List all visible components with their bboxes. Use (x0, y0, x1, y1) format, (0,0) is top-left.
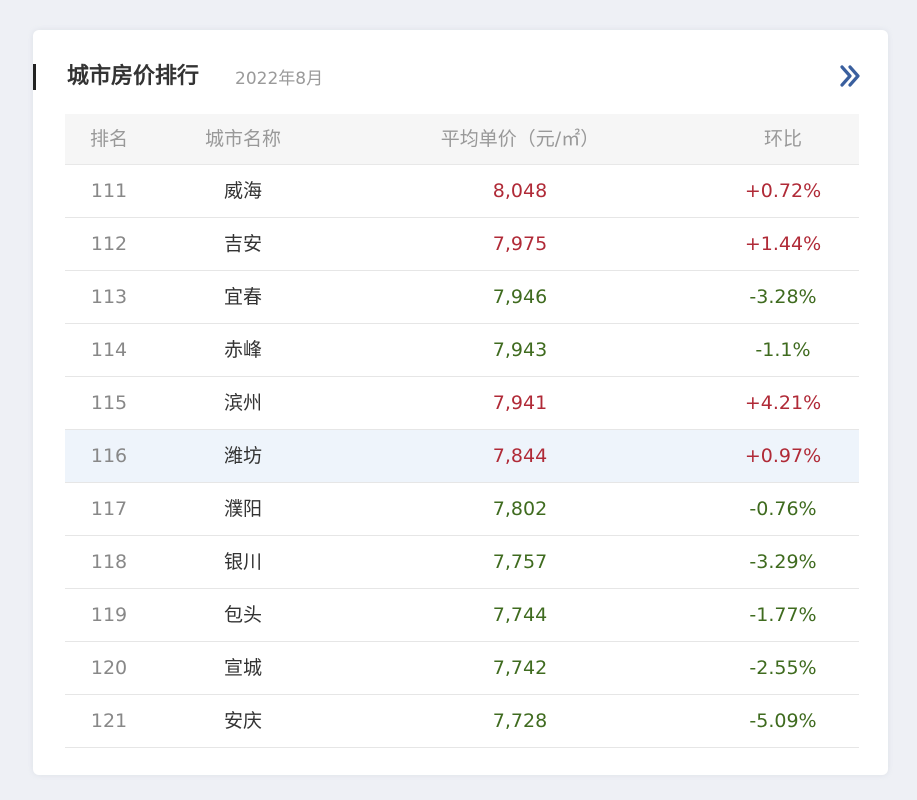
month-on-month-change-cell: -2.55% (749, 657, 817, 679)
city-name-cell[interactable]: 包头 (183, 589, 303, 641)
average-price-cell: 7,757 (492, 551, 548, 573)
rank-cell: 117 (90, 498, 128, 520)
month-on-month-change-cell: +0.72% (744, 180, 822, 202)
city-name-cell[interactable]: 潍坊 (183, 430, 303, 482)
card-title: 城市房价排行 (67, 64, 200, 89)
table-row[interactable]: 112 吉安 7,975 +1.44% (65, 218, 859, 271)
card-date: 2022年8月 (235, 69, 324, 89)
ranking-table: 排名 城市名称 平均单价（元/㎡） 环比 111 威海 8,048 +0.72% 112… (65, 114, 859, 748)
month-on-month-change-cell: +4.21% (744, 392, 822, 414)
city-price-ranking-card: 城市房价排行 2022年8月 排名 城市名称 平均单价（元/㎡） 环比 111 威… (33, 30, 888, 775)
table-row[interactable]: 121 安庆 7,728 -5.09% (65, 695, 859, 748)
column-header-change: 环比 (763, 128, 802, 150)
average-price-cell: 7,742 (492, 657, 548, 679)
average-price-cell: 7,728 (492, 710, 548, 732)
rank-cell: 114 (90, 339, 128, 361)
table-row[interactable]: 117 濮阳 7,802 -0.76% (65, 483, 859, 536)
table-row[interactable]: 114 赤峰 7,943 -1.1% (65, 324, 859, 377)
average-price-cell: 7,802 (492, 498, 548, 520)
rank-cell: 111 (90, 180, 128, 202)
city-name-cell[interactable]: 宣城 (183, 642, 303, 694)
table-body: 111 威海 8,048 +0.72% 112 吉安 7,975 +1.44% 113 宜春 7,9… (65, 165, 859, 748)
table-row[interactable]: 113 宜春 7,946 -3.28% (65, 271, 859, 324)
average-price-cell: 7,941 (492, 392, 548, 414)
month-on-month-change-cell: +0.97% (744, 445, 822, 467)
city-name-cell[interactable]: 濮阳 (183, 483, 303, 535)
month-on-month-change-cell: -1.77% (749, 604, 817, 626)
city-name-cell[interactable]: 威海 (183, 165, 303, 217)
double-chevron-right-icon[interactable] (836, 62, 864, 90)
table-header: 排名 城市名称 平均单价（元/㎡） 环比 (65, 114, 859, 165)
city-name-cell[interactable]: 吉安 (183, 218, 303, 270)
average-price-cell: 7,844 (492, 445, 548, 467)
rank-cell: 120 (90, 657, 128, 679)
column-header-city: 城市名称 (204, 128, 281, 150)
title-accent-bar (33, 64, 36, 90)
table-row[interactable]: 120 宣城 7,742 -2.55% (65, 642, 859, 695)
city-name-cell[interactable]: 银川 (183, 536, 303, 588)
average-price-cell: 7,744 (492, 604, 548, 626)
table-row[interactable]: 118 银川 7,757 -3.29% (65, 536, 859, 589)
table-row[interactable]: 116 潍坊 7,844 +0.97% (65, 430, 859, 483)
rank-cell: 115 (90, 392, 128, 414)
card-header: 城市房价排行 2022年8月 (33, 60, 888, 94)
rank-cell: 121 (90, 710, 128, 732)
rank-cell: 113 (90, 286, 128, 308)
average-price-cell: 7,943 (492, 339, 548, 361)
city-name-cell[interactable]: 赤峰 (183, 324, 303, 376)
rank-cell: 116 (90, 445, 128, 467)
average-price-cell: 7,975 (492, 233, 548, 255)
table-row[interactable]: 115 滨州 7,941 +4.21% (65, 377, 859, 430)
rank-cell: 119 (90, 604, 128, 626)
column-header-price: 平均单价（元/㎡） (440, 128, 600, 150)
city-name-cell[interactable]: 宜春 (183, 271, 303, 323)
month-on-month-change-cell: -5.09% (749, 710, 817, 732)
table-row[interactable]: 111 威海 8,048 +0.72% (65, 165, 859, 218)
column-header-rank: 排名 (89, 128, 128, 150)
rank-cell: 112 (90, 233, 128, 255)
table-row[interactable]: 119 包头 7,744 -1.77% (65, 589, 859, 642)
month-on-month-change-cell: -3.28% (749, 286, 817, 308)
month-on-month-change-cell: -0.76% (749, 498, 817, 520)
city-name-cell[interactable]: 滨州 (183, 377, 303, 429)
month-on-month-change-cell: +1.44% (744, 233, 822, 255)
month-on-month-change-cell: -3.29% (749, 551, 817, 573)
month-on-month-change-cell: -1.1% (755, 339, 811, 361)
average-price-cell: 8,048 (492, 180, 548, 202)
rank-cell: 118 (90, 551, 128, 573)
city-name-cell[interactable]: 安庆 (183, 695, 303, 747)
average-price-cell: 7,946 (492, 286, 548, 308)
